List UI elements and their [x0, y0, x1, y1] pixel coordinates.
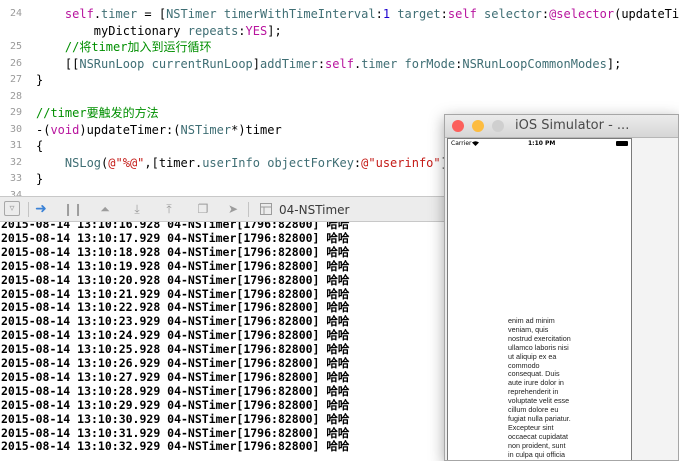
process-label[interactable]: 04-NSTimer	[279, 202, 350, 218]
hide-debug-area-button[interactable]: ▿	[4, 201, 20, 216]
view-hierarchy-button[interactable]: ❐	[194, 201, 212, 217]
code-text: }	[36, 72, 43, 88]
log-line: 2015-08-14 13:10:23.929 04-NSTimer[1796:…	[1, 314, 349, 329]
simulator-screen[interactable]: Carrier 1:10 PM enim ad minimveniam, qui…	[447, 138, 632, 461]
line-number: 29	[0, 105, 22, 121]
step-over-button[interactable]: ⏶	[96, 201, 114, 217]
wifi-icon	[472, 141, 479, 146]
carrier-label: Carrier	[451, 139, 472, 149]
step-out-button[interactable]: ⤒	[160, 201, 178, 217]
code-line: 27}	[0, 72, 679, 88]
code-line: 28	[0, 89, 679, 105]
log-line: 2015-08-14 13:10:31.929 04-NSTimer[1796:…	[1, 426, 349, 441]
log-line: 2015-08-14 13:10:28.929 04-NSTimer[1796:…	[1, 384, 349, 399]
line-number: 28	[0, 89, 22, 105]
log-line: 2015-08-14 13:10:20.928 04-NSTimer[1796:…	[1, 273, 349, 288]
log-line: 2015-08-14 13:10:27.929 04-NSTimer[1796:…	[1, 370, 349, 385]
line-number: 25	[0, 39, 22, 55]
code-line: myDictionary repeats:YES];	[0, 23, 679, 39]
close-button[interactable]	[452, 120, 464, 132]
code-text: //timer要触发的方法	[36, 105, 159, 121]
log-line: 2015-08-14 13:10:19.928 04-NSTimer[1796:…	[1, 259, 349, 274]
code-text: NSLog(@"%@",[timer.userInfo objectForKey…	[36, 155, 462, 171]
line-number: 33	[0, 171, 22, 187]
lorem-text-label: enim ad minimveniam, quisnostrud exercit…	[508, 317, 580, 461]
line-number: 30	[0, 122, 22, 138]
battery-icon	[616, 141, 628, 146]
simulator-side-panel	[632, 138, 678, 460]
line-number: 32	[0, 155, 22, 171]
status-bar: Carrier 1:10 PM	[448, 139, 631, 149]
log-line: 2015-08-14 13:10:22.928 04-NSTimer[1796:…	[1, 300, 349, 315]
line-number: 24	[0, 6, 22, 22]
log-line: 2015-08-14 13:10:32.929 04-NSTimer[1796:…	[1, 439, 349, 454]
log-line: 2015-08-14 13:10:26.929 04-NSTimer[1796:…	[1, 356, 349, 371]
code-text: myDictionary repeats:YES];	[36, 23, 282, 39]
log-line: 2015-08-14 13:10:21.929 04-NSTimer[1796:…	[1, 287, 349, 302]
step-into-button[interactable]: ⤓	[128, 201, 146, 217]
ios-simulator-window[interactable]: iOS Simulator - ... Carrier 1:10 PM enim…	[444, 114, 679, 461]
code-text: self.timer = [NSTimer timerWithTimeInter…	[36, 6, 679, 22]
code-text: {	[36, 138, 43, 154]
simulator-titlebar[interactable]: iOS Simulator - ...	[445, 115, 678, 138]
toolbar-divider	[28, 202, 29, 217]
simulate-location-button[interactable]: ➤	[224, 201, 242, 217]
time-label: 1:10 PM	[528, 139, 555, 149]
process-icon	[257, 201, 275, 217]
line-number: 26	[0, 56, 22, 72]
pause-button[interactable]: ❙❙	[64, 201, 82, 217]
code-text: [[NSRunLoop currentRunLoop]addTimer:self…	[36, 56, 621, 72]
line-number: 27	[0, 72, 22, 88]
log-line: 2015-08-14 13:10:17.929 04-NSTimer[1796:…	[1, 231, 349, 246]
simulator-title: iOS Simulator - ...	[515, 117, 629, 135]
code-line: 24 self.timer = [NSTimer timerWithTimeIn…	[0, 6, 679, 22]
code-text: //将timer加入到运行循环	[36, 39, 211, 55]
log-line: 2015-08-14 13:10:29.929 04-NSTimer[1796:…	[1, 398, 349, 413]
log-line: 2015-08-14 13:10:18.928 04-NSTimer[1796:…	[1, 245, 349, 260]
zoom-button[interactable]	[492, 120, 504, 132]
toolbar-divider	[248, 202, 249, 217]
log-line: 2015-08-14 13:10:30.929 04-NSTimer[1796:…	[1, 412, 349, 427]
log-line: 2015-08-14 13:10:24.929 04-NSTimer[1796:…	[1, 328, 349, 343]
code-line: 26 [[NSRunLoop currentRunLoop]addTimer:s…	[0, 56, 679, 72]
log-line: 2015-08-14 13:10:25.928 04-NSTimer[1796:…	[1, 342, 349, 357]
code-text: }	[36, 171, 43, 187]
minimize-button[interactable]	[472, 120, 484, 132]
breakpoints-toggle-button[interactable]: ➜	[32, 201, 50, 217]
code-text: -(void)updateTimer:(NSTimer*)timer	[36, 122, 282, 138]
code-line: 25 //将timer加入到运行循环	[0, 39, 679, 55]
line-number: 34	[0, 188, 22, 197]
line-number: 31	[0, 138, 22, 154]
